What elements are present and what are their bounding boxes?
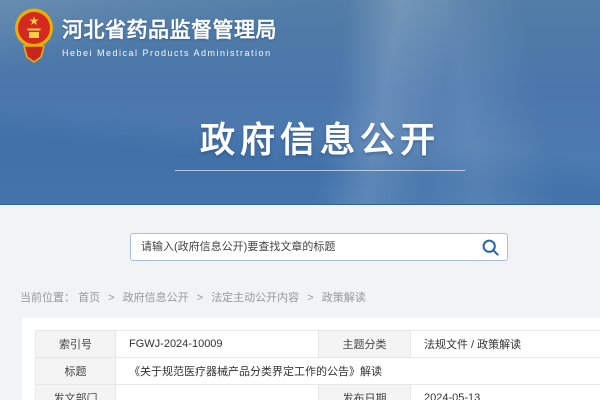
search-box <box>130 233 508 261</box>
field-value-issuing-department <box>116 385 319 400</box>
table-row: 发文部门 发布日期 2024-05-13 <box>36 385 600 400</box>
page: ★ 河北省药品监督管理局 Hebei Medical Products Admi… <box>0 0 600 400</box>
field-value-publish-date: 2024-05-13 <box>411 385 600 400</box>
table-row: 索引号 FGWJ-2024-10009 主题分类 法规文件 / 政策解读 <box>36 331 600 358</box>
breadcrumb-prefix: 当前位置： <box>20 292 75 304</box>
breadcrumb-link-proactive-disclosure[interactable]: 法定主动公开内容 <box>211 292 299 304</box>
field-label-publish-date: 发布日期 <box>319 385 411 400</box>
field-label-index-number: 索引号 <box>36 331 116 358</box>
search-icon <box>482 239 499 256</box>
field-label-issuing-department: 发文部门 <box>36 385 116 400</box>
field-value-index-number: FGWJ-2024-10009 <box>116 331 319 358</box>
org-name-english: Hebei Medical Products Administration <box>62 48 277 58</box>
logo-text: 河北省药品监督管理局 Hebei Medical Products Admini… <box>62 14 277 58</box>
search-input[interactable] <box>131 234 473 260</box>
breadcrumb-link-home[interactable]: 首页 <box>78 292 100 304</box>
breadcrumb-separator: > <box>307 292 313 304</box>
field-label-title: 标题 <box>36 358 116 385</box>
field-value-topic-category: 法规文件 / 政策解读 <box>411 331 600 358</box>
breadcrumb-link-gov-info[interactable]: 政府信息公开 <box>123 292 189 304</box>
search-button[interactable] <box>473 234 507 260</box>
site-logo[interactable]: ★ 河北省药品监督管理局 Hebei Medical Products Admi… <box>14 7 277 66</box>
national-emblem-icon: ★ <box>14 7 54 66</box>
field-label-topic-category: 主题分类 <box>319 331 411 358</box>
field-value-title: 《关于规范医疗器械产品分类界定工作的公告》解读 <box>116 358 600 385</box>
breadcrumb-link-policy-interpretation[interactable]: 政策解读 <box>322 292 366 304</box>
document-info-table: 索引号 FGWJ-2024-10009 主题分类 法规文件 / 政策解读 标题 … <box>35 330 600 400</box>
page-body: 当前位置： 首页 > 政府信息公开 > 法定主动公开内容 > 政策解读 索引号 … <box>0 205 600 400</box>
breadcrumb: 当前位置： 首页 > 政府信息公开 > 法定主动公开内容 > 政策解读 <box>20 289 366 305</box>
breadcrumb-separator: > <box>108 292 114 304</box>
breadcrumb-separator: > <box>197 292 203 304</box>
org-name-chinese: 河北省药品监督管理局 <box>62 14 277 44</box>
svg-text:★: ★ <box>29 14 40 28</box>
table-row: 标题 《关于规范医疗器械产品分类界定工作的公告》解读 <box>36 358 600 385</box>
page-title: 政府信息公开 <box>200 112 440 163</box>
title-underline <box>175 170 465 171</box>
site-header: ★ 河北省药品监督管理局 Hebei Medical Products Admi… <box>0 0 600 205</box>
content-card: 索引号 FGWJ-2024-10009 主题分类 法规文件 / 政策解读 标题 … <box>22 318 600 400</box>
